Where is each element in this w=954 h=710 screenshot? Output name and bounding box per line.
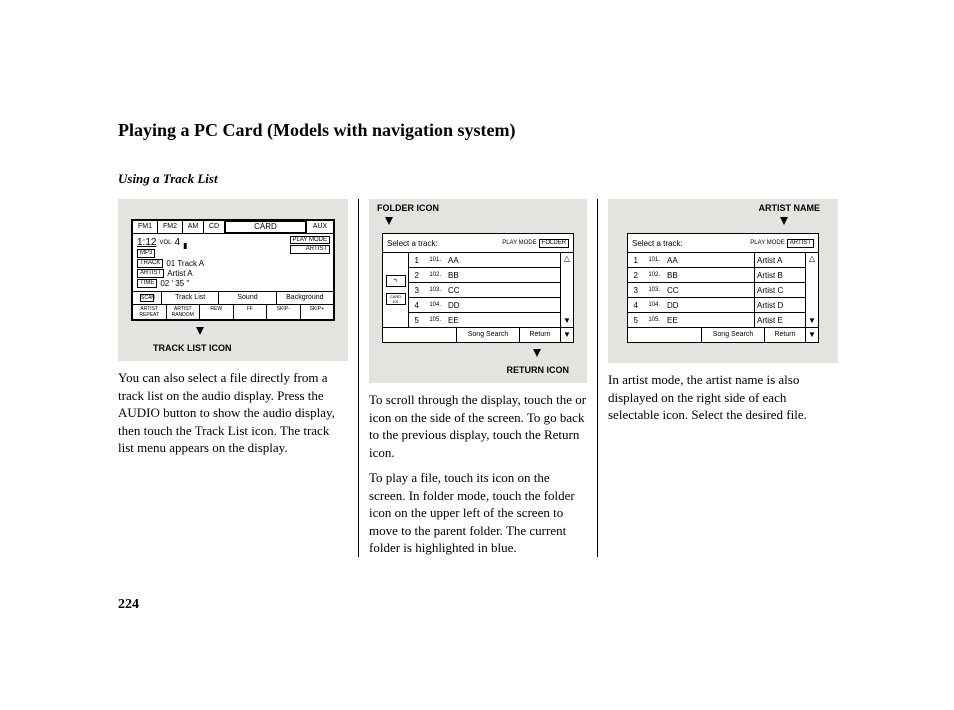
mp3-badge: MP3 [137, 249, 155, 258]
track-row[interactable]: 2102.BBArtist B [628, 268, 805, 283]
src-fm1-button[interactable]: FM1 [133, 221, 158, 233]
col2-body-1: To scroll through the display, touch the… [369, 391, 587, 461]
src-fm2-button[interactable]: FM2 [158, 221, 183, 233]
panel-heading: Select a track: [387, 239, 438, 248]
track-row[interactable]: 5105.EEArtist E [628, 313, 805, 327]
hk-skip-fwd[interactable]: SKIP+ [301, 305, 334, 319]
scroll-down-icon[interactable]: ▼ [808, 317, 816, 325]
track-list-button[interactable]: Track List [162, 292, 219, 304]
play-mode-label: PLAY MODE [502, 240, 536, 246]
elapsed-time: 1:12 [137, 237, 156, 248]
track-row[interactable]: 4104.DDArtist D [628, 298, 805, 313]
folder-mode-button[interactable]: FOLDER [539, 239, 569, 248]
section-subtitle: Using a Track List [118, 171, 838, 187]
figure-audio-unit: FM1 FM2 AM CD CARD AUX 1:12 VOL 4 ▮ [118, 199, 348, 361]
track-row[interactable]: 2102.BB [409, 268, 560, 283]
hk-ff[interactable]: FF [234, 305, 268, 319]
artist-name-cell: Artist B [755, 271, 805, 280]
song-search-button[interactable]: Song Search [457, 328, 520, 342]
col3-body: In artist mode, the artist name is also … [608, 371, 838, 424]
footer-spacer [628, 328, 702, 342]
src-aux-button[interactable]: AUX [307, 221, 333, 233]
pointer-tracklist-icon [196, 327, 204, 335]
song-search-button[interactable]: Song Search [702, 328, 765, 342]
return-button[interactable]: Return [520, 328, 561, 342]
page-number: 224 [118, 597, 838, 613]
src-card-button[interactable]: CARD [225, 221, 307, 233]
track-row[interactable]: 4104.DD [409, 298, 560, 313]
scan-button[interactable]: SCAN [133, 292, 162, 304]
track-row[interactable]: 5105.EE [409, 313, 560, 327]
track-row[interactable]: 3103.CC [409, 283, 560, 298]
hk-random[interactable]: ARTIST RANDOM [167, 305, 201, 319]
vol-label: VOL [159, 240, 171, 246]
artist-tag: ARTIST [137, 269, 164, 278]
track-tag: TRACK [137, 259, 163, 268]
play-mode-label: PLAY MODE [750, 240, 784, 246]
label-tracklist-icon: TRACK LIST ICON [153, 343, 232, 353]
figure-folder-panel: FOLDER ICON Select a track: PLAY MODE FO… [369, 199, 587, 383]
background-button[interactable]: Background [277, 292, 333, 304]
src-am-button[interactable]: AM [183, 221, 204, 233]
scroll-down-icon[interactable]: ▼ [563, 317, 571, 325]
artist-mode-button[interactable]: ARTIST [290, 245, 330, 254]
artist-name-cell: Artist E [755, 316, 805, 325]
scroll-up-icon[interactable]: △ [809, 255, 815, 263]
artist-name-cell: Artist D [755, 301, 805, 310]
pointer-artist-name [780, 217, 788, 225]
figure-artist-panel: ARTIST NAME Select a track: PLAY MODE AR… [608, 199, 838, 363]
footer-down-icon[interactable]: ▼ [561, 328, 573, 342]
artist-name-cell: Artist C [755, 286, 805, 295]
play-mode-button[interactable]: PLAY MODE [290, 236, 330, 244]
hk-repeat[interactable]: ARTIST REPEAT [133, 305, 167, 319]
pointer-folder-icon [385, 217, 393, 225]
footer-down-icon[interactable]: ▼ [806, 328, 818, 342]
sound-button[interactable]: Sound [219, 292, 276, 304]
track-row[interactable]: 1101.AAArtist A [628, 253, 805, 268]
artist-mode-button[interactable]: ARTIST [787, 239, 814, 248]
pointer-return-icon [533, 349, 541, 357]
time-value: 02 ' 35 '' [160, 279, 189, 288]
col2-body-2: To play a file, touch its icon on the sc… [369, 469, 587, 557]
col1-body: You can also select a file directly from… [118, 369, 348, 457]
track-row[interactable]: 1101.AA [409, 253, 560, 268]
parent-folder-icon[interactable]: ↰ [386, 275, 406, 287]
track-row[interactable]: 3103.CCArtist C [628, 283, 805, 298]
artist-value: Artist A [167, 269, 192, 278]
return-button[interactable]: Return [765, 328, 806, 342]
hk-skip-back[interactable]: SKIP- [267, 305, 301, 319]
label-artist-name: ARTIST NAME [759, 203, 821, 213]
vol-value: 4 [174, 237, 180, 248]
page-title: Playing a PC Card (Models with navigatio… [118, 120, 838, 141]
src-cd-button[interactable]: CD [204, 221, 225, 233]
artist-name-cell: Artist A [755, 256, 805, 265]
panel-heading: Select a track: [632, 239, 683, 248]
hk-rew[interactable]: REW [200, 305, 234, 319]
time-tag: TIME [137, 279, 157, 288]
footer-spacer [383, 328, 457, 342]
track-value: 01 Track A [166, 259, 204, 268]
card-folder-icon[interactable]: CARD101 [386, 293, 406, 305]
scroll-up-icon[interactable]: △ [564, 255, 570, 263]
label-folder-icon: FOLDER ICON [377, 203, 439, 213]
label-return-icon: RETURN ICON [507, 365, 570, 375]
